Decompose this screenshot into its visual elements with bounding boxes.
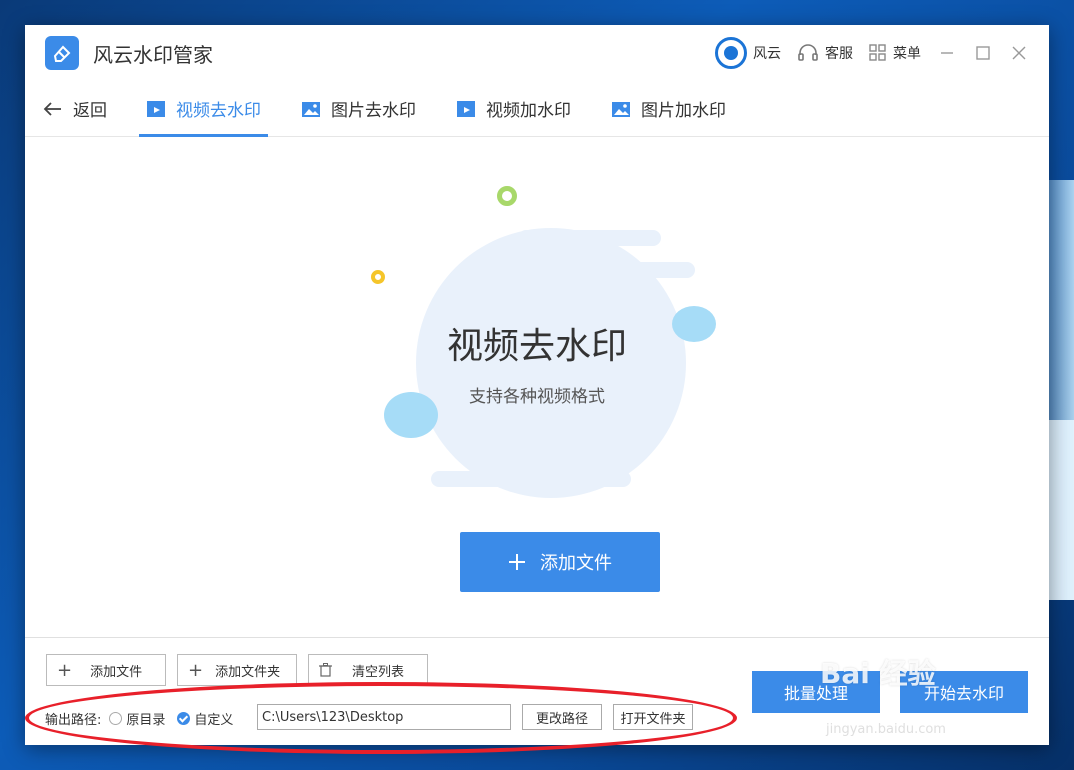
back-label: 返回 bbox=[73, 101, 107, 121]
clear-list-button-label: 清空列表 bbox=[352, 664, 405, 680]
app-logo-icon bbox=[45, 36, 79, 70]
arrow-left-icon bbox=[43, 101, 61, 116]
tab-video-remove-watermark[interactable]: 视频去水印 bbox=[139, 81, 268, 137]
maximize-button[interactable] bbox=[973, 43, 993, 63]
hero-title: 视频去水印 bbox=[446, 326, 627, 367]
baidu-watermark: Bai 经验 bbox=[820, 657, 936, 690]
plus-icon bbox=[509, 554, 525, 570]
trash-icon bbox=[319, 663, 332, 677]
plus-icon: + bbox=[188, 659, 204, 681]
close-button[interactable] bbox=[1009, 43, 1029, 63]
decor-dot-green bbox=[497, 186, 517, 206]
desktop-background-light bbox=[1046, 420, 1074, 600]
grid-menu-icon bbox=[869, 44, 886, 61]
user-account[interactable]: 风云 bbox=[715, 37, 781, 69]
avatar bbox=[715, 37, 747, 69]
add-folder-button-label: 添加文件夹 bbox=[215, 664, 281, 680]
add-folder-button[interactable]: + 添加文件夹 bbox=[177, 654, 297, 686]
baidu-watermark-url: jingyan.baidu.com bbox=[826, 722, 946, 737]
image-icon bbox=[612, 101, 630, 117]
minimize-button[interactable] bbox=[937, 43, 957, 63]
tab-label: 图片加水印 bbox=[641, 101, 726, 121]
tab-image-remove-watermark[interactable]: 图片去水印 bbox=[294, 81, 423, 136]
add-file-button-label: 添加文件 bbox=[90, 664, 143, 680]
tab-bar: 返回 视频去水印 图片去水印 视频加水印 图片加水印 bbox=[25, 81, 1049, 137]
back-button[interactable]: 返回 bbox=[43, 81, 107, 136]
customer-service-button[interactable]: 客服 bbox=[797, 43, 853, 63]
menu-label: 菜单 bbox=[893, 46, 921, 62]
add-file-main-button[interactable]: 添加文件 bbox=[460, 532, 660, 592]
add-file-label: 添加文件 bbox=[540, 553, 612, 574]
tab-label: 视频去水印 bbox=[176, 101, 261, 121]
video-icon bbox=[147, 100, 165, 117]
customer-service-label: 客服 bbox=[825, 46, 853, 62]
app-window: 风云水印管家 风云 客服 菜单 返回 视频去水印 图片去水印 视频加水印 图片加… bbox=[25, 25, 1049, 745]
app-title: 风云水印管家 bbox=[93, 42, 213, 67]
hero-subtitle: 支持各种视频格式 bbox=[469, 387, 605, 407]
decor-dot-yellow bbox=[371, 270, 385, 284]
image-icon bbox=[302, 101, 320, 117]
annotation-highlight-ellipse bbox=[25, 682, 737, 754]
close-icon bbox=[1012, 46, 1026, 60]
user-name: 风云 bbox=[753, 46, 781, 62]
tab-image-add-watermark[interactable]: 图片加水印 bbox=[604, 81, 733, 136]
headset-icon bbox=[798, 44, 818, 61]
tab-video-add-watermark[interactable]: 视频加水印 bbox=[449, 81, 578, 136]
menu-button[interactable]: 菜单 bbox=[869, 43, 921, 63]
tab-label: 视频加水印 bbox=[486, 101, 571, 121]
maximize-icon bbox=[976, 46, 990, 60]
tab-label: 图片去水印 bbox=[331, 101, 416, 121]
add-file-button[interactable]: + 添加文件 bbox=[46, 654, 166, 686]
video-icon bbox=[457, 100, 475, 117]
plus-icon: + bbox=[57, 659, 73, 681]
minimize-icon bbox=[941, 52, 953, 54]
title-bar: 风云水印管家 风云 客服 菜单 bbox=[25, 25, 1049, 81]
